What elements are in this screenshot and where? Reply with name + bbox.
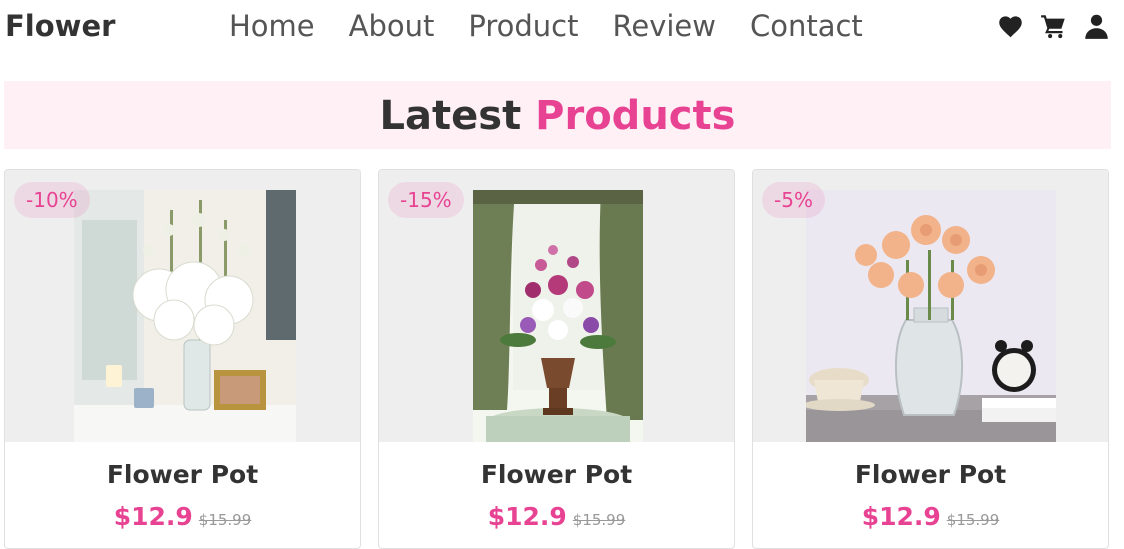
nav-review[interactable]: Review bbox=[613, 9, 716, 43]
user-icon[interactable] bbox=[1083, 13, 1110, 40]
product-old-price: $15.99 bbox=[572, 511, 626, 529]
product-card[interactable]: -5% Flower Pot $12.9 $15.99 bbox=[752, 169, 1109, 549]
product-price-row: $12.9 $15.99 bbox=[753, 502, 1108, 531]
discount-badge: -15% bbox=[388, 182, 464, 218]
section-heading: Latest Products bbox=[4, 81, 1111, 149]
nav-about[interactable]: About bbox=[349, 9, 435, 43]
discount-badge: -5% bbox=[762, 182, 825, 218]
site-header: Flower Home About Product Review Contact bbox=[0, 0, 1124, 56]
nav-home[interactable]: Home bbox=[229, 9, 315, 43]
cart-icon[interactable] bbox=[1040, 13, 1067, 40]
product-old-price: $15.99 bbox=[198, 511, 252, 529]
nav-contact[interactable]: Contact bbox=[750, 9, 863, 43]
heart-icon[interactable] bbox=[997, 13, 1024, 40]
product-name[interactable]: Flower Pot bbox=[753, 460, 1108, 489]
main-nav: Home About Product Review Contact bbox=[229, 9, 897, 43]
product-old-price: $15.99 bbox=[946, 511, 1000, 529]
product-card[interactable]: -15% Flower Pot $12.9 $15.99 bbox=[378, 169, 735, 549]
heading-accent: Products bbox=[535, 93, 736, 139]
product-price: $12.9 bbox=[861, 502, 941, 531]
product-price: $12.9 bbox=[113, 502, 193, 531]
product-photo-white-flowers[interactable] bbox=[74, 190, 296, 442]
product-card[interactable]: -10% Flower Pot $12.9 $15.99 bbox=[4, 169, 361, 549]
product-price-row: $12.9 $15.99 bbox=[5, 502, 360, 531]
product-price-row: $12.9 $15.99 bbox=[379, 502, 734, 531]
product-photo-peach-carnations[interactable] bbox=[806, 190, 1056, 442]
nav-product[interactable]: Product bbox=[468, 9, 578, 43]
product-name[interactable]: Flower Pot bbox=[379, 460, 734, 489]
product-name[interactable]: Flower Pot bbox=[5, 460, 360, 489]
heading-plain: Latest bbox=[379, 93, 522, 139]
header-icons bbox=[997, 13, 1110, 40]
discount-badge: -10% bbox=[14, 182, 90, 218]
logo[interactable]: Flower bbox=[5, 9, 115, 43]
product-price: $12.9 bbox=[487, 502, 567, 531]
product-photo-urn-bouquet[interactable] bbox=[473, 190, 643, 442]
